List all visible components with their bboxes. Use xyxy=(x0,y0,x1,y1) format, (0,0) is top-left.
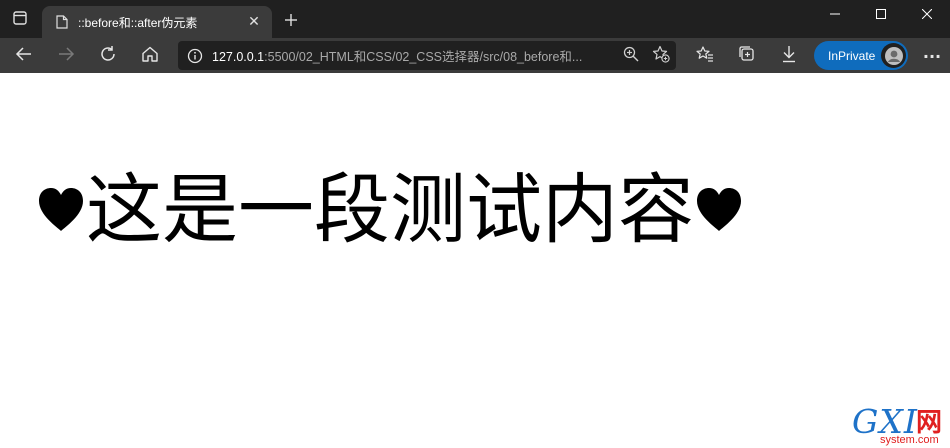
page-icon xyxy=(54,14,70,30)
profile-avatar-icon xyxy=(881,43,906,68)
refresh-icon xyxy=(99,45,117,67)
url-host: 127.0.0.1 xyxy=(212,50,265,64)
zoom-button[interactable] xyxy=(616,41,646,70)
browser-tab[interactable]: ::before和::after伪元素 ✕ xyxy=(42,6,272,38)
back-button[interactable] xyxy=(9,41,39,71)
new-tab-button[interactable] xyxy=(278,8,304,34)
more-icon: ··· xyxy=(922,46,942,66)
maximize-button[interactable] xyxy=(858,0,904,26)
inprivate-button[interactable]: InPrivate xyxy=(814,41,908,70)
tab-actions-button[interactable] xyxy=(0,0,40,38)
url-text[interactable]: 127.0.0.1:5500/02_HTML和CSS/02_CSS选择器/src… xyxy=(212,46,616,65)
add-favorite-button[interactable] xyxy=(646,41,676,70)
test-paragraph: 这是一段测试内容 xyxy=(36,165,744,255)
page-viewport: 这是一段测试内容 GXI 网 system.com xyxy=(0,73,950,448)
download-icon xyxy=(781,45,797,67)
maximize-icon xyxy=(876,4,886,23)
refresh-button[interactable] xyxy=(93,41,123,71)
address-bar[interactable]: 127.0.0.1:5500/02_HTML和CSS/02_CSS选择器/src… xyxy=(178,41,676,70)
minimize-icon xyxy=(830,4,840,23)
zoom-in-icon xyxy=(623,46,639,66)
downloads-button[interactable] xyxy=(774,41,804,71)
arrow-right-icon xyxy=(57,46,75,66)
close-icon xyxy=(921,4,933,23)
collections-icon xyxy=(738,45,756,67)
arrow-left-icon xyxy=(15,46,33,66)
collections-button[interactable] xyxy=(732,41,762,71)
favorites-icon xyxy=(696,45,714,67)
browser-toolbar: 127.0.0.1:5500/02_HTML和CSS/02_CSS选择器/src… xyxy=(0,38,950,73)
after-heart-icon xyxy=(694,185,744,235)
before-heart-icon xyxy=(36,185,86,235)
home-icon xyxy=(141,45,159,67)
plus-icon xyxy=(284,12,298,31)
tab-title: ::before和::after伪元素 xyxy=(78,15,198,30)
forward-button[interactable] xyxy=(51,41,81,71)
home-button[interactable] xyxy=(135,41,165,71)
watermark-sub: system.com xyxy=(880,434,939,446)
window-controls xyxy=(812,0,950,26)
site-info-icon[interactable] xyxy=(178,41,212,70)
minimize-button[interactable] xyxy=(812,0,858,26)
more-button[interactable]: ··· xyxy=(917,41,947,71)
tab-close-icon[interactable]: ✕ xyxy=(244,12,264,32)
inprivate-label: InPrivate xyxy=(828,48,876,63)
test-text: 这是一段测试内容 xyxy=(86,165,694,254)
favorites-button[interactable] xyxy=(690,41,720,71)
title-bar: ::before和::after伪元素 ✕ xyxy=(0,0,950,38)
url-path: :5500/02_HTML和CSS/02_CSS选择器/src/08_befor… xyxy=(264,50,583,64)
close-window-button[interactable] xyxy=(904,0,950,26)
tab-actions-icon xyxy=(13,10,27,29)
star-add-icon xyxy=(652,45,670,67)
watermark-logo: GXI 网 system.com xyxy=(852,402,944,446)
